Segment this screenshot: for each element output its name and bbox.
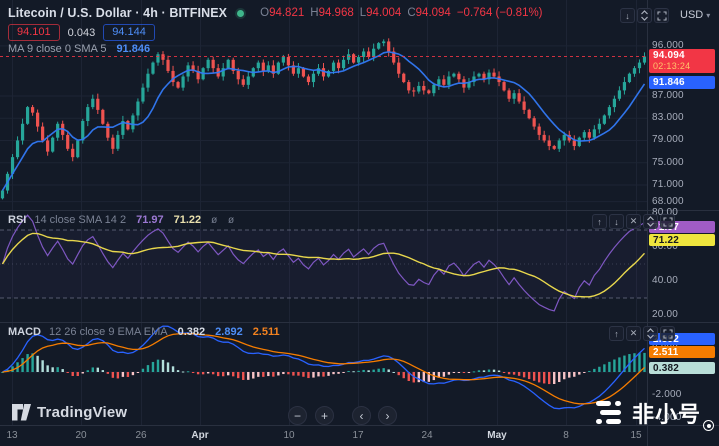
macd-line-value: 2.892 [215, 326, 243, 338]
zoom-in-button[interactable]: + [315, 406, 334, 425]
scroll-left-button[interactable]: ‹ [352, 406, 371, 425]
watermark-text: 非小号 [632, 397, 701, 429]
market-status-icon[interactable] [237, 10, 244, 17]
arrow-up-icon[interactable]: ↑ [609, 326, 624, 341]
last-price-badge: 94.094 02:13:24 [649, 49, 715, 73]
tradingview-logo-icon [12, 404, 31, 421]
pane-separator[interactable] [0, 210, 719, 211]
price-change: −0.764 (−0.81%) [457, 7, 543, 19]
zoom-out-button[interactable]: − [288, 406, 307, 425]
price-axis-label: 87.000 [652, 90, 684, 101]
maximize-icon[interactable] [660, 214, 675, 229]
macd-legend: MACD 12 26 close 9 EMA EMA 0.382 2.892 2… [8, 326, 280, 338]
ohlc-value: 94.004 [366, 7, 401, 19]
chevron-down-icon: ▾ [706, 11, 710, 20]
maximize-icon[interactable] [654, 8, 669, 23]
arrow-down-icon[interactable]: ↓ [620, 8, 635, 23]
bar-countdown: 02:13:24 [653, 61, 711, 72]
spread-value: 0.043 [68, 27, 96, 39]
collapse-icon[interactable] [643, 214, 658, 229]
time-axis-label: 24 [413, 430, 441, 441]
ma-price-badge: 91.846 [649, 76, 715, 89]
tradingview-logo-text: TradingView [37, 404, 127, 421]
scroll-right-button[interactable]: › [378, 406, 397, 425]
rsi-axis-label: 20.00 [652, 309, 678, 320]
time-axis-label: 15 [622, 430, 650, 441]
main-legend: Litecoin / U.S. Dollar · 4h · BITFINEX O… [8, 6, 543, 20]
time-axis-label: 8 [552, 430, 580, 441]
ma-value: 91.846 [116, 43, 150, 55]
macd-indicator-title[interactable]: MACD [8, 326, 41, 338]
ohlc-value: 94.094 [416, 7, 451, 19]
rsi-params: 14 close SMA 14 2 [34, 214, 126, 226]
price-axis-label: 79.000 [652, 134, 684, 145]
currency-label: USD [680, 9, 703, 21]
tradingview-chart-window: Litecoin / U.S. Dollar · 4h · BITFINEX O… [0, 0, 719, 446]
macd-value-badge: 2.892 [649, 333, 715, 345]
rsi-indicator-title[interactable]: RSI [8, 214, 26, 226]
rsi-pane-canvas[interactable] [0, 210, 647, 322]
currency-dropdown[interactable]: USD ▾ [680, 9, 710, 21]
ma-indicator-label[interactable]: MA 9 close 0 SMA 5 [8, 43, 106, 55]
rsi-value-badge: 71.97 [649, 221, 715, 233]
price-axis-label: 71.000 [652, 179, 684, 190]
rsi-legend: RSI 14 close SMA 14 2 71.97 71.22 ø ø [8, 214, 238, 226]
ohlc-values: O94.821H94.968L94.004C94.094 [254, 7, 451, 19]
macd-params: 12 26 close 9 EMA EMA [49, 326, 168, 338]
symbol-title[interactable]: Litecoin / U.S. Dollar · 4h · BITFINEX [8, 6, 227, 20]
rsi-ma-value-badge: 71.22 [649, 234, 715, 246]
watermark-logo-icon [596, 400, 626, 427]
tradingview-logo[interactable]: TradingView [12, 404, 127, 421]
ohlc-label: H [310, 7, 318, 19]
close-icon[interactable]: ✕ [626, 214, 641, 229]
signal-value-badge: 2.511 [649, 346, 715, 358]
arrow-down-icon[interactable]: ↓ [609, 214, 624, 229]
time-axis-label: 17 [344, 430, 372, 441]
rsi-legend-icons[interactable]: ø ø [211, 215, 238, 226]
arrow-up-icon[interactable]: ↑ [592, 214, 607, 229]
time-axis-label: 26 [127, 430, 155, 441]
collapse-icon[interactable] [643, 326, 658, 341]
buy-price-button[interactable]: 94.144 [103, 24, 155, 41]
time-axis-label: May [483, 430, 511, 441]
pane-separator[interactable] [0, 322, 719, 323]
time-axis-label: 20 [67, 430, 95, 441]
macd-signal-value: 2.511 [253, 326, 280, 338]
maximize-icon[interactable] [660, 326, 675, 341]
price-axis-label: 83.000 [652, 112, 684, 123]
ohlc-value: 94.968 [319, 7, 354, 19]
close-icon[interactable]: ✕ [626, 326, 641, 341]
collapse-icon[interactable] [637, 8, 652, 23]
watermark: 非小号 [596, 397, 714, 429]
watermark-registered-icon [703, 420, 714, 431]
rsi-ma-value: 71.22 [174, 214, 202, 226]
ma-legend: MA 9 close 0 SMA 5 91.846 [8, 43, 150, 55]
price-axis-label: 68.000 [652, 196, 684, 207]
last-price-value: 94.094 [653, 50, 711, 61]
rsi-axis-label: 40.00 [652, 275, 678, 286]
price-axis-label: 75.000 [652, 157, 684, 168]
sell-price-button[interactable]: 94.101 [8, 24, 60, 41]
time-axis-label: Apr [186, 430, 214, 441]
ohlc-label: C [407, 7, 415, 19]
bid-ask-row: 94.101 0.043 94.144 [8, 24, 155, 41]
time-axis-label: 10 [275, 430, 303, 441]
ohlc-value: 94.821 [269, 7, 304, 19]
histogram-value-badge: 0.382 [649, 362, 715, 374]
macd-hist-value: 0.382 [178, 326, 206, 338]
ohlc-label: O [260, 7, 269, 19]
time-axis-label: 13 [0, 430, 26, 441]
rsi-value: 71.97 [136, 214, 164, 226]
